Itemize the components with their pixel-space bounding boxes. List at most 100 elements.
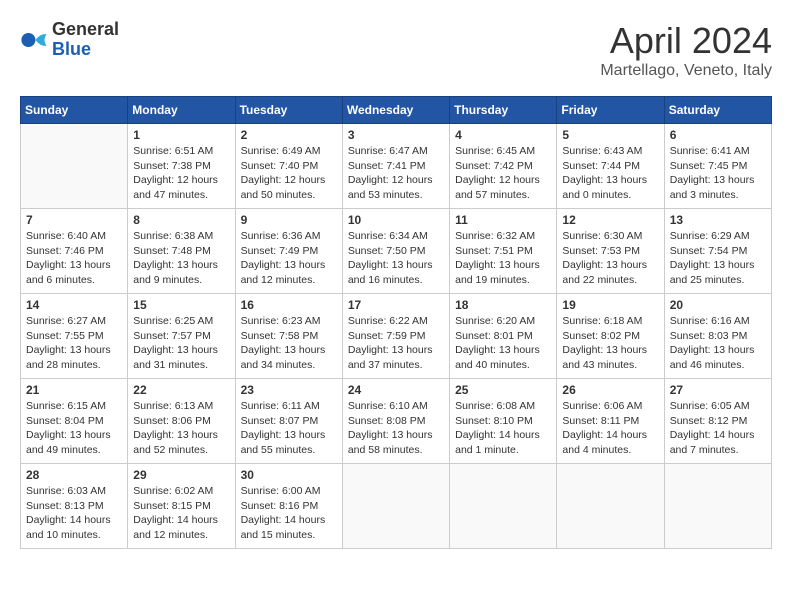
day-number: 11 bbox=[455, 213, 551, 227]
logo-text: General Blue bbox=[52, 20, 119, 60]
day-info: Sunrise: 6:08 AMSunset: 8:10 PMDaylight:… bbox=[455, 399, 551, 458]
day-info: Sunrise: 6:43 AMSunset: 7:44 PMDaylight:… bbox=[562, 144, 658, 203]
logo-icon bbox=[20, 26, 48, 54]
day-number: 25 bbox=[455, 383, 551, 397]
col-thursday: Thursday bbox=[450, 97, 557, 124]
day-info: Sunrise: 6:47 AMSunset: 7:41 PMDaylight:… bbox=[348, 144, 444, 203]
day-number: 21 bbox=[26, 383, 122, 397]
day-info: Sunrise: 6:03 AMSunset: 8:13 PMDaylight:… bbox=[26, 484, 122, 543]
calendar-cell: 23 Sunrise: 6:11 AMSunset: 8:07 PMDayligh… bbox=[235, 379, 342, 464]
day-info: Sunrise: 6:32 AMSunset: 7:51 PMDaylight:… bbox=[455, 229, 551, 288]
day-info: Sunrise: 6:23 AMSunset: 7:58 PMDaylight:… bbox=[241, 314, 337, 373]
calendar-cell: 14 Sunrise: 6:27 AMSunset: 7:55 PMDayligh… bbox=[21, 294, 128, 379]
calendar-cell: 6Sunrise: 6:41 AMSunset: 7:45 PMDaylight… bbox=[664, 124, 771, 209]
calendar-table: Sunday Monday Tuesday Wednesday Thursday… bbox=[20, 96, 772, 549]
calendar-cell: 1Sunrise: 6:51 AMSunset: 7:38 PMDaylight… bbox=[128, 124, 235, 209]
logo-general: General bbox=[52, 20, 119, 40]
col-tuesday: Tuesday bbox=[235, 97, 342, 124]
week-row-3: 14 Sunrise: 6:27 AMSunset: 7:55 PMDayligh… bbox=[21, 294, 772, 379]
calendar-cell: 24 Sunrise: 6:10 AMSunset: 8:08 PMDayligh… bbox=[342, 379, 449, 464]
day-info: Sunrise: 6:05 AMSunset: 8:12 PMDaylight:… bbox=[670, 399, 766, 458]
calendar-cell: 12 Sunrise: 6:30 AMSunset: 7:53 PMDayligh… bbox=[557, 209, 664, 294]
calendar-cell: 19 Sunrise: 6:18 AMSunset: 8:02 PMDayligh… bbox=[557, 294, 664, 379]
day-number: 15 bbox=[133, 298, 229, 312]
col-sunday: Sunday bbox=[21, 97, 128, 124]
day-number: 4 bbox=[455, 128, 551, 142]
day-info: Sunrise: 6:02 AMSunset: 8:15 PMDaylight:… bbox=[133, 484, 229, 543]
day-number: 28 bbox=[26, 468, 122, 482]
calendar-cell: 15 Sunrise: 6:25 AMSunset: 7:57 PMDayligh… bbox=[128, 294, 235, 379]
day-number: 29 bbox=[133, 468, 229, 482]
day-info: Sunrise: 6:25 AMSunset: 7:57 PMDaylight:… bbox=[133, 314, 229, 373]
calendar-cell: 7Sunrise: 6:40 AMSunset: 7:46 PMDaylight… bbox=[21, 209, 128, 294]
col-monday: Monday bbox=[128, 97, 235, 124]
day-number: 7 bbox=[26, 213, 122, 227]
page-header: General Blue April 2024 Martellago, Vene… bbox=[20, 20, 772, 80]
day-info: Sunrise: 6:30 AMSunset: 7:53 PMDaylight:… bbox=[562, 229, 658, 288]
col-wednesday: Wednesday bbox=[342, 97, 449, 124]
day-info: Sunrise: 6:29 AMSunset: 7:54 PMDaylight:… bbox=[670, 229, 766, 288]
logo: General Blue bbox=[20, 20, 119, 60]
calendar-cell bbox=[342, 464, 449, 549]
calendar-cell: 25 Sunrise: 6:08 AMSunset: 8:10 PMDayligh… bbox=[450, 379, 557, 464]
day-info: Sunrise: 6:06 AMSunset: 8:11 PMDaylight:… bbox=[562, 399, 658, 458]
day-number: 13 bbox=[670, 213, 766, 227]
calendar-cell: 17Sunrise: 6:22 AMSunset: 7:59 PMDayligh… bbox=[342, 294, 449, 379]
location: Martellago, Veneto, Italy bbox=[600, 62, 772, 80]
week-row-1: 1Sunrise: 6:51 AMSunset: 7:38 PMDaylight… bbox=[21, 124, 772, 209]
day-number: 14 bbox=[26, 298, 122, 312]
calendar-cell: 28 Sunrise: 6:03 AMSunset: 8:13 PMDayligh… bbox=[21, 464, 128, 549]
calendar-cell: 27Sunrise: 6:05 AMSunset: 8:12 PMDayligh… bbox=[664, 379, 771, 464]
month-title: April 2024 bbox=[600, 20, 772, 62]
title-area: April 2024 Martellago, Veneto, Italy bbox=[600, 20, 772, 80]
day-number: 2 bbox=[241, 128, 337, 142]
calendar-cell bbox=[664, 464, 771, 549]
day-number: 17 bbox=[348, 298, 444, 312]
day-number: 10 bbox=[348, 213, 444, 227]
calendar-cell: 4 Sunrise: 6:45 AMSunset: 7:42 PMDaylight… bbox=[450, 124, 557, 209]
day-info: Sunrise: 6:20 AMSunset: 8:01 PMDaylight:… bbox=[455, 314, 551, 373]
week-row-4: 21Sunrise: 6:15 AMSunset: 8:04 PMDayligh… bbox=[21, 379, 772, 464]
day-number: 12 bbox=[562, 213, 658, 227]
day-info: Sunrise: 6:45 AMSunset: 7:42 PMDaylight:… bbox=[455, 144, 551, 203]
day-number: 19 bbox=[562, 298, 658, 312]
day-number: 8 bbox=[133, 213, 229, 227]
day-info: Sunrise: 6:18 AMSunset: 8:02 PMDaylight:… bbox=[562, 314, 658, 373]
calendar-cell: 3 Sunrise: 6:47 AMSunset: 7:41 PMDaylight… bbox=[342, 124, 449, 209]
calendar-cell: 26Sunrise: 6:06 AMSunset: 8:11 PMDayligh… bbox=[557, 379, 664, 464]
calendar-cell: 5Sunrise: 6:43 AMSunset: 7:44 PMDaylight… bbox=[557, 124, 664, 209]
calendar-cell bbox=[450, 464, 557, 549]
calendar-cell: 13 Sunrise: 6:29 AMSunset: 7:54 PMDayligh… bbox=[664, 209, 771, 294]
calendar-cell: 8Sunrise: 6:38 AMSunset: 7:48 PMDaylight… bbox=[128, 209, 235, 294]
day-info: Sunrise: 6:51 AMSunset: 7:38 PMDaylight:… bbox=[133, 144, 229, 203]
days-header-row: Sunday Monday Tuesday Wednesday Thursday… bbox=[21, 97, 772, 124]
day-number: 22 bbox=[133, 383, 229, 397]
day-number: 3 bbox=[348, 128, 444, 142]
day-info: Sunrise: 6:34 AMSunset: 7:50 PMDaylight:… bbox=[348, 229, 444, 288]
day-info: Sunrise: 6:13 AMSunset: 8:06 PMDaylight:… bbox=[133, 399, 229, 458]
calendar-cell: 29 Sunrise: 6:02 AMSunset: 8:15 PMDayligh… bbox=[128, 464, 235, 549]
calendar-cell: 30Sunrise: 6:00 AMSunset: 8:16 PMDayligh… bbox=[235, 464, 342, 549]
day-number: 18 bbox=[455, 298, 551, 312]
day-info: Sunrise: 6:36 AMSunset: 7:49 PMDaylight:… bbox=[241, 229, 337, 288]
calendar-cell: 21Sunrise: 6:15 AMSunset: 8:04 PMDayligh… bbox=[21, 379, 128, 464]
day-number: 9 bbox=[241, 213, 337, 227]
col-saturday: Saturday bbox=[664, 97, 771, 124]
logo-blue: Blue bbox=[52, 40, 119, 60]
calendar-cell: 10 Sunrise: 6:34 AMSunset: 7:50 PMDayligh… bbox=[342, 209, 449, 294]
col-friday: Friday bbox=[557, 97, 664, 124]
day-info: Sunrise: 6:41 AMSunset: 7:45 PMDaylight:… bbox=[670, 144, 766, 203]
day-info: Sunrise: 6:27 AMSunset: 7:55 PMDaylight:… bbox=[26, 314, 122, 373]
day-number: 16 bbox=[241, 298, 337, 312]
day-info: Sunrise: 6:10 AMSunset: 8:08 PMDaylight:… bbox=[348, 399, 444, 458]
day-number: 20 bbox=[670, 298, 766, 312]
calendar-cell: 2 Sunrise: 6:49 AMSunset: 7:40 PMDaylight… bbox=[235, 124, 342, 209]
calendar-cell: 9 Sunrise: 6:36 AMSunset: 7:49 PMDaylight… bbox=[235, 209, 342, 294]
day-info: Sunrise: 6:49 AMSunset: 7:40 PMDaylight:… bbox=[241, 144, 337, 203]
day-number: 23 bbox=[241, 383, 337, 397]
day-number: 24 bbox=[348, 383, 444, 397]
day-info: Sunrise: 6:16 AMSunset: 8:03 PMDaylight:… bbox=[670, 314, 766, 373]
day-info: Sunrise: 6:11 AMSunset: 8:07 PMDaylight:… bbox=[241, 399, 337, 458]
day-number: 30 bbox=[241, 468, 337, 482]
calendar-cell: 22 Sunrise: 6:13 AMSunset: 8:06 PMDayligh… bbox=[128, 379, 235, 464]
